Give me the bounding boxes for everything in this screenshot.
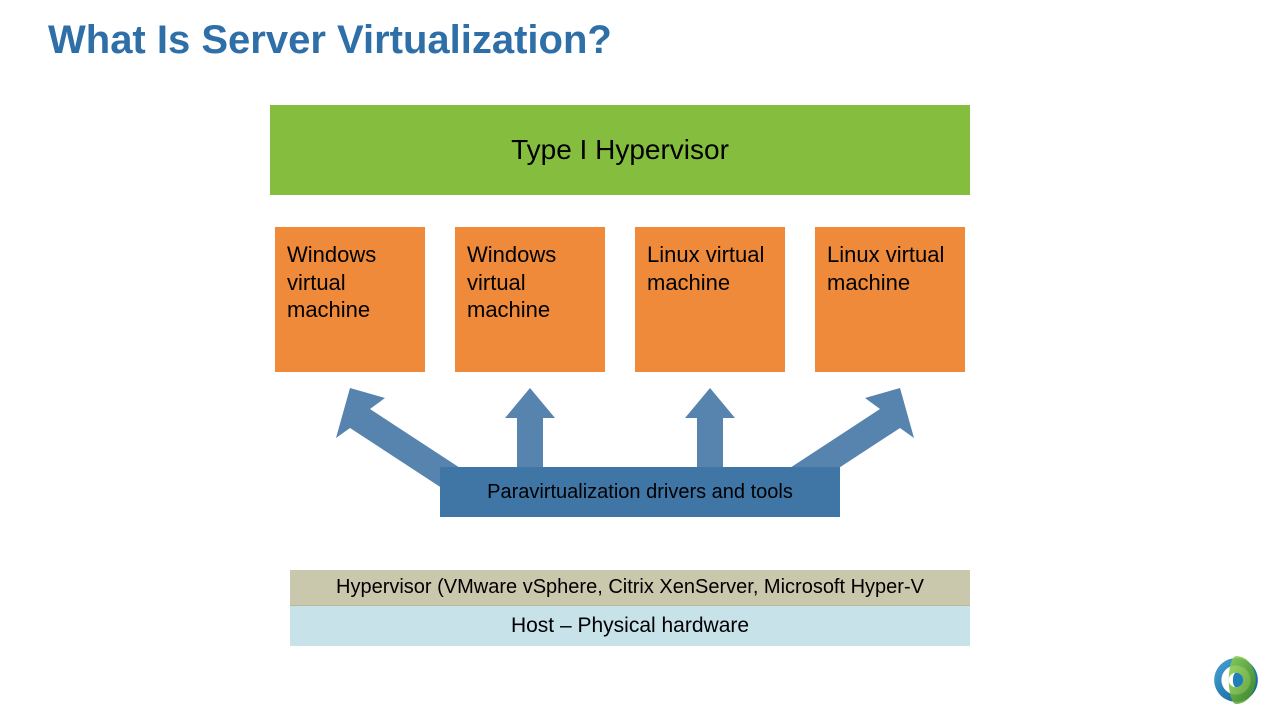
arrow-area: Paravirtualization drivers and tools <box>270 372 980 492</box>
vm-box-linux-1: Linux virtual machine <box>635 227 785 372</box>
paravirt-box: Paravirtualization drivers and tools <box>440 467 840 517</box>
hypervisor-bar-label: Hypervisor (VMware vSphere, Citrix XenSe… <box>336 576 924 599</box>
arrow-up-icon <box>685 388 735 478</box>
hypervisor-type-label: Type I Hypervisor <box>511 134 729 166</box>
hypervisor-bar: Hypervisor (VMware vSphere, Citrix XenSe… <box>290 570 970 606</box>
arrow-up-icon <box>505 388 555 478</box>
brand-logo-icon <box>1210 654 1262 706</box>
hypervisor-type-box: Type I Hypervisor <box>270 105 970 195</box>
diagram-container: Type I Hypervisor Windows virtual machin… <box>270 105 980 492</box>
host-bar-label: Host – Physical hardware <box>511 614 749 638</box>
vm-box-windows-1: Windows virtual machine <box>275 227 425 372</box>
host-bar: Host – Physical hardware <box>290 606 970 646</box>
vm-box-linux-2: Linux virtual machine <box>815 227 965 372</box>
paravirt-label: Paravirtualization drivers and tools <box>487 481 793 504</box>
vm-row: Windows virtual machine Windows virtual … <box>270 227 980 372</box>
vm-box-windows-2: Windows virtual machine <box>455 227 605 372</box>
slide-title: What Is Server Virtualization? <box>48 18 612 63</box>
